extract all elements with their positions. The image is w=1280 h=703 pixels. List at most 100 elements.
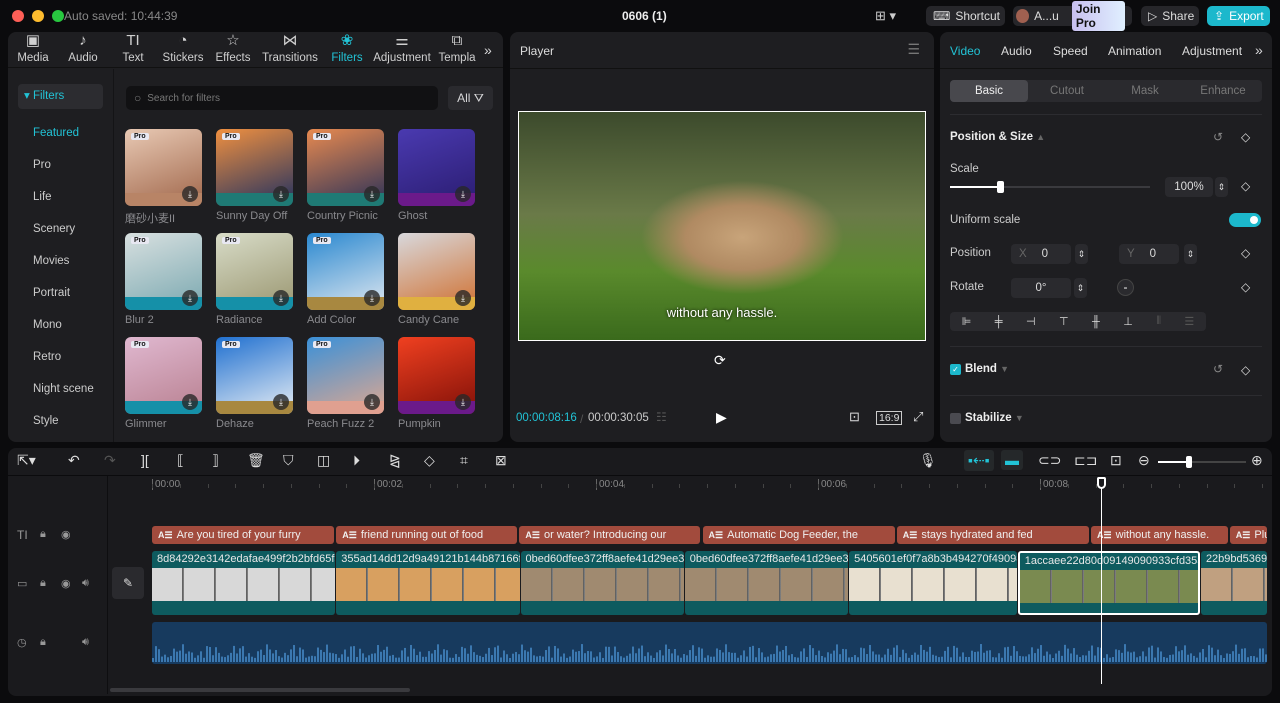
- text-clip[interactable]: A☰ Are you tired of your furry: [152, 526, 335, 544]
- subtab-enhance[interactable]: Enhance: [1184, 80, 1262, 102]
- filter-search-input[interactable]: ○ Search for filters: [126, 86, 438, 110]
- text-track-lock-icon[interactable]: 🔒︎: [40, 528, 46, 541]
- subtab-mask[interactable]: Mask: [1106, 80, 1184, 102]
- zoom-to-fit-icon[interactable]: ⊡: [1110, 452, 1122, 469]
- align-left-icon[interactable]: ⊫: [962, 315, 972, 328]
- download-icon[interactable]: ⤓: [455, 186, 471, 202]
- reverse-icon[interactable]: ⏵: [353, 452, 360, 469]
- category-night-scene[interactable]: Night scene: [8, 373, 113, 405]
- more-inspector-tabs-icon[interactable]: »: [1255, 42, 1263, 58]
- tab-adjustment[interactable]: ⚌ Adjustment: [372, 32, 432, 67]
- select-tool-icon[interactable]: ⇱▾: [17, 452, 36, 469]
- shortcut-button[interactable]: ⌨ Shortcut: [926, 6, 1005, 26]
- download-icon[interactable]: ⤓: [182, 394, 198, 410]
- position-x-stepper[interactable]: ⇕: [1075, 244, 1088, 264]
- position-y-stepper[interactable]: ⇕: [1184, 244, 1197, 264]
- share-button[interactable]: ▷ Share: [1141, 6, 1199, 26]
- video-clip[interactable]: 1accaee22d80d09149090933cfd353ee: [1017, 551, 1200, 615]
- video-preview[interactable]: without any hassle.: [518, 111, 926, 341]
- video-track-lock-icon[interactable]: 🔒︎: [40, 577, 46, 590]
- filter-thumbnail[interactable]: Pro ⤓: [125, 337, 202, 414]
- scale-slider[interactable]: [950, 181, 1150, 193]
- category-featured[interactable]: Featured: [8, 117, 113, 149]
- audio-track-mute-icon[interactable]: 🔊︎: [82, 636, 89, 649]
- position-keyframe-icon[interactable]: ◇: [1241, 246, 1250, 260]
- category-mono[interactable]: Mono: [8, 309, 113, 341]
- scale-keyframe-icon[interactable]: ◇: [1241, 179, 1250, 193]
- text-clip[interactable]: A☰ or water? Introducing our: [519, 526, 701, 544]
- video-clip[interactable]: 5405601ef0f7a8b3b494270f49098: [849, 551, 1017, 615]
- filter-thumbnail[interactable]: Pro ⤓: [307, 129, 384, 206]
- main-track-magnet-icon[interactable]: ▪⇠▪: [964, 450, 994, 471]
- inspector-tab-adjustment[interactable]: Adjustment: [1182, 44, 1242, 58]
- filter-all-dropdown[interactable]: All ⛛: [448, 86, 493, 110]
- category-movies[interactable]: Movies: [8, 245, 113, 277]
- join-pro-button[interactable]: Join Pro: [1071, 1, 1125, 31]
- filter-thumbnail[interactable]: Pro ⤓: [307, 337, 384, 414]
- filter-card[interactable]: Pro ⤓ Country Picnic: [307, 129, 384, 222]
- playhead[interactable]: [1101, 484, 1103, 684]
- minimize-window-button[interactable]: [32, 10, 44, 22]
- undo-icon[interactable]: ↶: [68, 452, 80, 469]
- video-clip[interactable]: 0bed60dfee372ff8aefe41d29ee360: [520, 551, 684, 615]
- player-menu-icon[interactable]: ☰: [907, 41, 920, 58]
- align-middle-v-icon[interactable]: ╫: [1092, 316, 1100, 328]
- category-portrait[interactable]: Portrait: [8, 277, 113, 309]
- position-y-input[interactable]: Y0: [1119, 244, 1179, 264]
- preview-axis-icon[interactable]: ⊏⊐: [1074, 452, 1097, 469]
- aspect-ratio-button[interactable]: 16:9: [876, 411, 903, 425]
- inspector-tab-speed[interactable]: Speed: [1053, 44, 1088, 58]
- inspector-tab-audio[interactable]: Audio: [1001, 44, 1032, 58]
- position-size-section[interactable]: Position & Size ▲: [950, 131, 1045, 143]
- blend-checkbox[interactable]: ✓: [950, 364, 961, 375]
- filters-header[interactable]: ▾ Filters: [18, 84, 103, 109]
- download-icon[interactable]: ⤓: [364, 290, 380, 306]
- microphone-icon[interactable]: 🎙: [919, 452, 937, 469]
- subtab-cutout[interactable]: Cutout: [1028, 80, 1106, 102]
- export-button[interactable]: ⇪ Export: [1207, 6, 1270, 26]
- rotate-handle-icon[interactable]: ⟳: [714, 352, 726, 369]
- text-clip[interactable]: A☰ without any hassle.: [1091, 526, 1228, 544]
- mirror-icon[interactable]: ⧎: [389, 452, 401, 469]
- rotate-keyframe-icon[interactable]: ◇: [1241, 280, 1250, 294]
- reset-icon[interactable]: ↺: [1213, 130, 1223, 144]
- align-bottom-icon[interactable]: ⊥: [1123, 315, 1133, 328]
- filter-thumbnail[interactable]: Pro ⤓: [216, 129, 293, 206]
- filter-card[interactable]: Pro ⤓ Sunny Day Off: [216, 129, 293, 222]
- tab-transitions[interactable]: ⋈ Transitions: [258, 32, 322, 67]
- freeze-icon[interactable]: ◫: [317, 452, 330, 469]
- rotate-clip-icon[interactable]: ◇: [424, 452, 435, 469]
- category-scenery[interactable]: Scenery: [8, 213, 113, 245]
- rotate-dial[interactable]: -: [1117, 279, 1134, 296]
- download-icon[interactable]: ⤓: [364, 394, 380, 410]
- category-pro[interactable]: Pro: [8, 149, 113, 181]
- align-top-icon[interactable]: ⊤: [1059, 315, 1069, 328]
- keyframe-icon[interactable]: ◇: [1241, 130, 1250, 144]
- filter-thumbnail[interactable]: ⤓: [398, 129, 475, 206]
- download-icon[interactable]: ⤓: [273, 290, 289, 306]
- filter-thumbnail[interactable]: ⤓: [398, 337, 475, 414]
- tab-templa[interactable]: ⧉ Templa: [432, 32, 482, 67]
- play-button[interactable]: ▶: [716, 409, 727, 426]
- subtab-basic[interactable]: Basic: [950, 80, 1028, 102]
- category-life[interactable]: Life: [8, 181, 113, 213]
- video-clip[interactable]: 8d84292e3142edafae499f2b2bfd65f5.: [152, 551, 336, 615]
- download-icon[interactable]: ⤓: [455, 290, 471, 306]
- filter-thumbnail[interactable]: Pro ⤓: [125, 233, 202, 310]
- maximize-window-button[interactable]: [52, 10, 64, 22]
- zoom-preview-icon[interactable]: ⊡: [849, 409, 860, 425]
- filter-card[interactable]: Pro ⤓ 磨砂小麦II: [125, 129, 202, 226]
- filter-thumbnail[interactable]: ⤓: [398, 233, 475, 310]
- video-clip[interactable]: 355ad14dd12d9a49121b144b87166f7b.m: [336, 551, 520, 615]
- text-clip[interactable]: A☰Plus,: [1229, 526, 1267, 544]
- filter-card[interactable]: Pro ⤓ Blur 2: [125, 233, 202, 326]
- uniform-scale-toggle[interactable]: [1229, 213, 1261, 227]
- user-menu[interactable]: A...u Join Pro: [1013, 1, 1132, 31]
- filter-card[interactable]: ⤓ Pumpkin: [398, 337, 475, 430]
- filter-thumbnail[interactable]: Pro ⤓: [216, 337, 293, 414]
- filter-thumbnail[interactable]: Pro ⤓: [216, 233, 293, 310]
- text-track-visibility-icon[interactable]: ◉: [61, 528, 71, 541]
- crop-icon[interactable]: ⌗: [460, 452, 468, 469]
- text-clip[interactable]: A☰ Automatic Dog Feeder, the: [702, 526, 895, 544]
- audio-clip[interactable]: [152, 622, 1267, 664]
